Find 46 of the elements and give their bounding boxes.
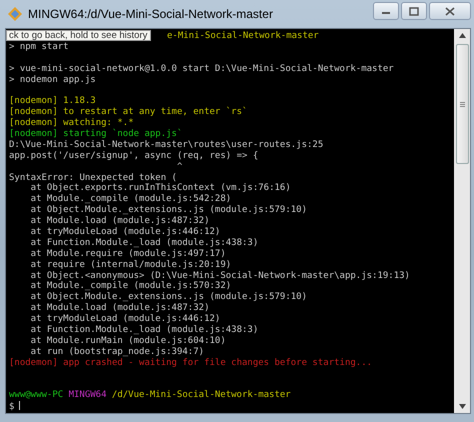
terminal-line: [nodemon] app crashed - waiting for file changes before starting... [9, 358, 372, 368]
terminal-line: app.post('/user/signup', async (req, res) => { [9, 150, 258, 161]
maximize-icon [409, 6, 419, 16]
terminal-line: SyntaxError: Unexpected token ( [9, 172, 177, 183]
prompt-system: MINGW64 [68, 390, 107, 400]
terminal-line: at Module.load (module.js:487:32) [30, 216, 210, 226]
close-icon [445, 6, 455, 16]
terminal-line: D:\Vue-Mini-Social-Network-master\routes\user-routes.js:25 [9, 140, 324, 150]
terminal-line: at Function.Module._load (module.js:438:3) [30, 238, 258, 248]
scroll-thumb[interactable] [456, 44, 468, 164]
terminal-line: ^ [176, 162, 182, 172]
tooltip: ck to go back, hold to see history [6, 30, 152, 41]
terminal-line: at Module.runMain (module.js:604:10) [30, 336, 226, 346]
terminal-line: at Module._compile (module.js:570:32) [30, 281, 232, 292]
terminal-line: e-Mini-Social-Network-master [167, 31, 319, 41]
close-button[interactable] [429, 2, 471, 20]
terminal-line: > vue-mini-social-network@1.0.0 start D:\Vue-Mini-Social-Network-master [9, 64, 394, 74]
terminal-line: at Function.Module._load (module.js:438:3) [30, 325, 258, 336]
terminal-line: at tryModuleLoad (module.js:446:12) [30, 227, 220, 238]
terminal-line: at Object.<anonymous> (D:\Vue-Mini-Social-Network-master\app.js:19:13) [30, 270, 410, 281]
terminal-line: at Module._compile (module.js:542:28) [30, 194, 232, 204]
maximize-button[interactable] [401, 2, 427, 20]
terminal-line: > nodemon app.js [9, 74, 96, 85]
terminal-line: at Object.Module._extensions..js (module.js:579:10) [30, 205, 308, 216]
terminal-line: at require (internal/module.js:20:19) [30, 260, 232, 270]
terminal-line: at Object.Module._extensions..js (module.js:579:10) [30, 292, 308, 302]
scrollbar[interactable] [454, 29, 470, 413]
terminal-line: [nodemon] watching: *.* [9, 118, 134, 128]
prompt-symbol: $ [9, 402, 14, 412]
terminal-line: at tryModuleLoad (module.js:446:12) [30, 314, 220, 324]
terminal-line: at Object.exports.runInThisContext (vm.js:76:16) [30, 183, 291, 194]
text-cursor [19, 401, 20, 410]
terminal-line: [nodemon] starting `node app.js` [9, 129, 182, 140]
scroll-down-icon[interactable] [458, 404, 466, 409]
terminal-line: at Module.load (module.js:487:32) [30, 303, 210, 314]
prompt-path: /d/Vue-Mini-Social-Network-master [112, 390, 291, 400]
prompt-user: www@www-PC [9, 390, 64, 400]
scroll-up-icon[interactable] [458, 33, 466, 38]
minimize-button[interactable] [373, 2, 399, 20]
diamond-icon [8, 7, 22, 21]
terminal-line: [nodemon] 1.18.3 [9, 96, 96, 106]
terminal-line: [nodemon] to restart at any time, enter `rs` [9, 107, 248, 118]
window-title: MINGW64:/d/Vue-Mini-Social-Network-master [28, 7, 274, 21]
terminal-line: at run (bootstrap_node.js:394:7) [30, 346, 204, 357]
terminal-line: at Module.require (module.js:497:17) [30, 248, 226, 259]
terminal-line: > npm start [9, 42, 69, 52]
